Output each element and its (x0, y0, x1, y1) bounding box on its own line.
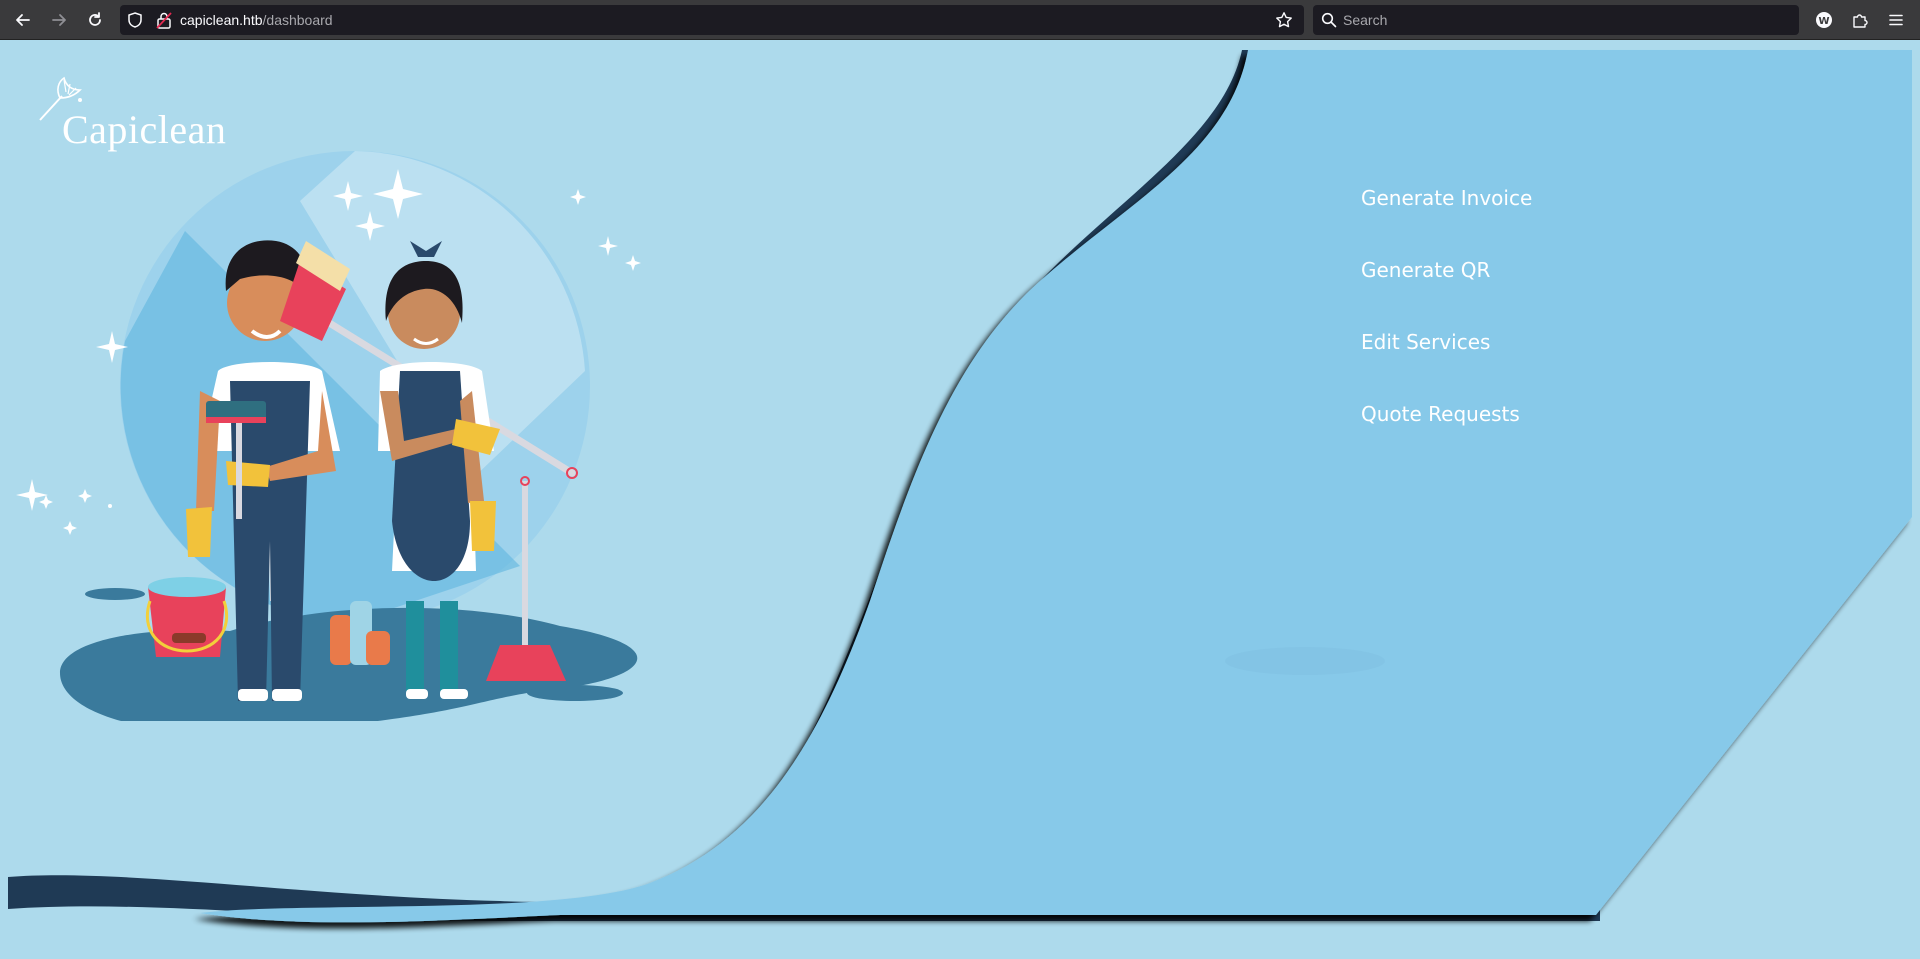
page-content: Capiclean Generate Invoice Generate QR E… (0, 41, 1920, 959)
extensions-puzzle-icon[interactable] (1848, 8, 1872, 32)
svg-text:W: W (1818, 16, 1829, 27)
back-icon[interactable] (11, 8, 35, 32)
url-path: /dashboard (262, 12, 333, 28)
cleaners-illustration (16, 151, 641, 721)
generate-qr-link[interactable]: Generate QR (1361, 252, 1532, 324)
generate-invoice-link[interactable]: Generate Invoice (1361, 180, 1532, 252)
search-icon (1321, 12, 1337, 33)
url-text[interactable]: capiclean.htb/dashboard (180, 12, 333, 28)
search-input[interactable]: Search (1343, 12, 1387, 28)
shield-icon[interactable] (126, 11, 144, 34)
forward-icon[interactable] (47, 8, 71, 32)
reload-icon[interactable] (83, 8, 107, 32)
insecure-lock-icon[interactable] (156, 11, 172, 34)
dashboard-menu: Generate Invoice Generate QR Edit Servic… (1361, 180, 1532, 468)
app-menu-icon[interactable] (1884, 8, 1908, 32)
quote-requests-link[interactable]: Quote Requests (1361, 396, 1532, 468)
browser-toolbar: capiclean.htb/dashboard Search W (0, 0, 1920, 40)
address-bar[interactable]: capiclean.htb/dashboard (120, 5, 1304, 35)
bookmark-star-icon[interactable] (1275, 11, 1293, 34)
extension-w-icon[interactable]: W (1812, 8, 1836, 32)
edit-services-link[interactable]: Edit Services (1361, 324, 1532, 396)
search-bar[interactable]: Search (1313, 5, 1799, 35)
url-host: capiclean.htb (180, 12, 263, 28)
